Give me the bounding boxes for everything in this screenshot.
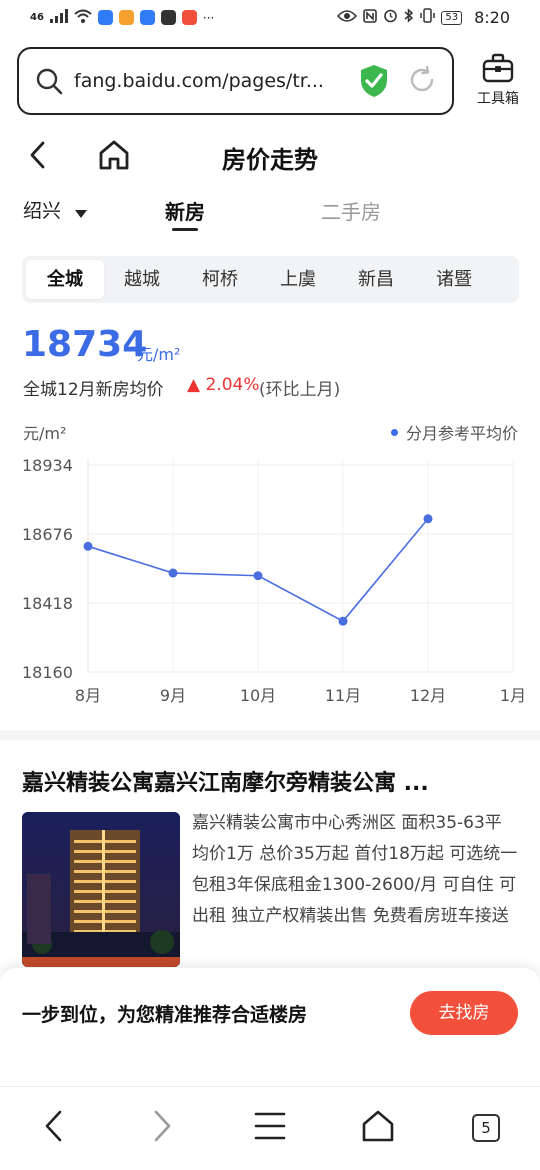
network-label: 46 bbox=[30, 12, 44, 23]
vibrate-icon bbox=[420, 8, 436, 27]
section-divider bbox=[0, 730, 540, 740]
x-tick-label: 10月 bbox=[240, 686, 276, 705]
price-trend-chart: 18934 18676 18418 181608月 9月 10月 11月 12月 1月 bbox=[22, 456, 526, 705]
data-point bbox=[338, 616, 348, 626]
nfc-icon bbox=[363, 8, 378, 27]
app-notification-icon bbox=[181, 10, 197, 25]
recommend-text: 一步到位，为您精准推荐合适楼房 bbox=[22, 1004, 308, 1026]
price-unit: 元/m² bbox=[137, 345, 181, 364]
page-title: 房价走势 bbox=[222, 146, 318, 174]
caret-down-icon bbox=[75, 201, 88, 223]
battery-indicator: 53 bbox=[441, 10, 463, 25]
nav-tabs-button[interactable]: 5 bbox=[464, 1108, 508, 1148]
search-icon bbox=[35, 67, 63, 99]
x-tick-label: 1月 bbox=[500, 686, 526, 705]
nav-menu-button[interactable] bbox=[248, 1108, 292, 1148]
tab-new-house[interactable]: 新房 bbox=[165, 196, 205, 225]
listing-title[interactable]: 嘉兴精装公寓嘉兴江南摩尔旁精装公寓 ... bbox=[22, 765, 522, 797]
app-notification-icon bbox=[160, 10, 176, 25]
price-description: 全城12月新房均价 bbox=[23, 380, 164, 400]
data-point bbox=[83, 541, 93, 551]
more-notifications: ··· bbox=[202, 10, 215, 25]
y-tick-label: 18676 bbox=[22, 525, 73, 544]
app-notification-icon bbox=[97, 10, 113, 25]
app-notification-icon bbox=[118, 10, 134, 25]
nav-back-button[interactable] bbox=[32, 1108, 76, 1148]
alarm-icon bbox=[383, 8, 398, 27]
price-change: ▲ 2.04% bbox=[187, 375, 260, 395]
tab-count: 5 bbox=[472, 1114, 500, 1142]
district-tab[interactable]: 上虞 bbox=[259, 260, 337, 299]
toolbox-button[interactable]: 工具箱 bbox=[470, 52, 526, 108]
district-selector: 全城 越城 柯桥 上虞 新昌 诸暨 bbox=[22, 256, 519, 303]
city-label: 绍兴 bbox=[23, 200, 62, 222]
find-house-button[interactable]: 去找房 bbox=[410, 991, 518, 1035]
city-selector[interactable]: 绍兴 bbox=[23, 196, 88, 223]
x-tick-label: 8月 bbox=[75, 686, 101, 705]
forward-arrow-icon bbox=[151, 1109, 173, 1147]
data-point bbox=[168, 568, 178, 578]
tab-second-hand[interactable]: 二手房 bbox=[321, 196, 381, 225]
app-notification-icon bbox=[139, 10, 155, 25]
eye-icon bbox=[337, 9, 358, 27]
legend-dot bbox=[390, 428, 398, 436]
signal-icon bbox=[49, 9, 68, 26]
x-tick-label: 12月 bbox=[410, 686, 446, 705]
status-bar: 46 ··· 53 8:20 bbox=[0, 0, 540, 38]
nav-forward-button[interactable] bbox=[140, 1108, 184, 1148]
back-arrow-icon bbox=[43, 1109, 65, 1147]
data-point bbox=[253, 571, 263, 581]
home-icon bbox=[361, 1110, 395, 1146]
district-tab[interactable]: 柯桥 bbox=[181, 260, 259, 299]
url-text[interactable]: fang.baidu.com/pages/tr... bbox=[74, 70, 344, 92]
district-tab[interactable]: 新昌 bbox=[337, 260, 415, 299]
toolbox-label: 工具箱 bbox=[477, 91, 519, 107]
status-left: 46 ··· bbox=[30, 9, 214, 26]
average-price: 18734 bbox=[22, 324, 148, 365]
y-tick-label: 18418 bbox=[22, 594, 73, 613]
tab-active-indicator bbox=[172, 228, 198, 231]
data-point bbox=[423, 514, 433, 524]
y-tick-label: 18934 bbox=[22, 456, 73, 475]
clock: 8:20 bbox=[474, 8, 510, 27]
x-tick-label: 9月 bbox=[160, 686, 186, 705]
listing-description: 嘉兴精装公寓市中心秀洲区 面积35-63平 均价1万 总价35万起 首付18万起… bbox=[192, 813, 518, 926]
district-tab[interactable]: 越城 bbox=[103, 260, 181, 299]
address-bar[interactable]: fang.baidu.com/pages/tr... bbox=[17, 47, 454, 115]
price-change-note: (环比上月) bbox=[259, 380, 341, 400]
reload-icon[interactable] bbox=[407, 65, 437, 99]
menu-icon bbox=[254, 1111, 286, 1145]
listing-image[interactable] bbox=[22, 812, 180, 967]
district-tab[interactable]: 全城 bbox=[26, 260, 104, 299]
wifi-icon bbox=[74, 9, 92, 26]
district-tab[interactable]: 诸暨 bbox=[415, 260, 493, 299]
security-shield-icon[interactable] bbox=[358, 63, 390, 103]
toolbox-icon bbox=[470, 52, 526, 88]
bluetooth-icon bbox=[404, 8, 414, 27]
y-tick-label: 18160 bbox=[22, 663, 73, 682]
nav-home-button[interactable] bbox=[356, 1108, 400, 1148]
x-tick-label: 11月 bbox=[325, 686, 361, 705]
status-right: 53 8:20 bbox=[337, 8, 510, 27]
